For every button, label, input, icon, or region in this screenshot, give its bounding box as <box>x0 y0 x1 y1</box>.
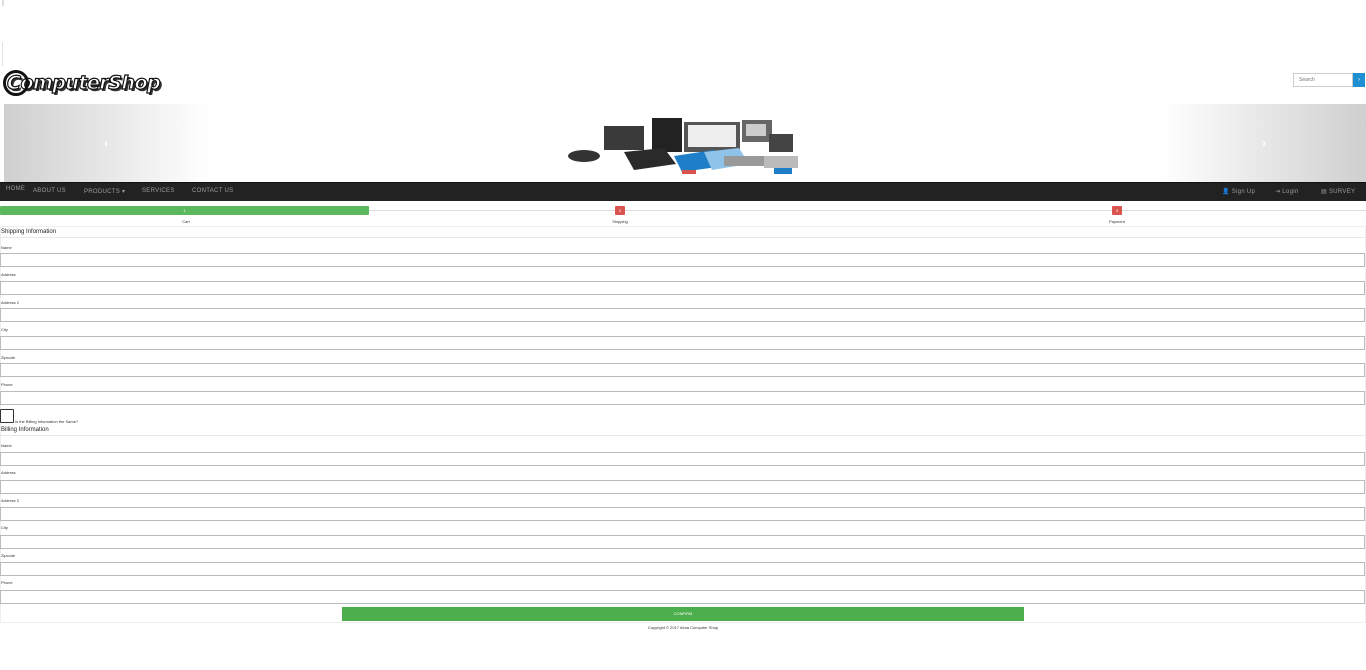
search-box: › <box>1293 73 1365 87</box>
banner-carousel: ‹ › <box>4 104 1366 182</box>
site-logo[interactable]: ComputerShop <box>3 68 161 98</box>
nav-home[interactable]: HOME <box>6 186 25 192</box>
nav-about[interactable]: ABOUT US <box>33 188 66 194</box>
chevron-left-icon[interactable]: ‹ <box>104 136 108 150</box>
shipping-address2-label: Address 2 <box>1 300 20 305</box>
shipping-name-label: Name <box>1 245 12 250</box>
step-label-shipping: Shipping <box>612 219 628 224</box>
list-icon: ▤ <box>1321 189 1327 195</box>
nav-survey[interactable]: ▤ SURVEY <box>1321 188 1355 195</box>
top-edge-mark <box>2 0 4 6</box>
shipping-address-input[interactable] <box>0 281 1365 295</box>
billing-name-input[interactable] <box>0 452 1365 466</box>
same-billing-label: Is the Billing Information the Same? <box>15 419 79 424</box>
billing-divider <box>0 435 1366 436</box>
shipping-city-input[interactable] <box>0 336 1365 350</box>
top-edge-mark-2 <box>2 42 3 66</box>
search-button[interactable]: › <box>1353 73 1365 87</box>
shipping-address-label: Address <box>1 272 16 277</box>
billing-zipcode-label: Zipcode <box>1 553 16 558</box>
chevron-right-icon[interactable]: › <box>1262 136 1266 150</box>
shipping-phone-input[interactable] <box>0 391 1365 405</box>
footer-copyright: Copyright © 2017 Alma Computer Shop <box>647 625 719 630</box>
user-icon: 👤 <box>1222 189 1230 195</box>
checkout-progress: 1 2 3 <box>0 206 1366 215</box>
main-navbar: HOME ABOUT US PRODUCTS ▾ SERVICES CONTAC… <box>0 182 1366 201</box>
billing-address2-input[interactable] <box>0 507 1365 521</box>
computers-banner-image <box>568 118 798 174</box>
nav-services[interactable]: SERVICES <box>142 188 175 194</box>
nav-products[interactable]: PRODUCTS ▾ <box>84 188 125 195</box>
nav-signup[interactable]: 👤 Sign Up <box>1222 188 1255 195</box>
billing-address-input[interactable] <box>0 480 1365 494</box>
billing-phone-input[interactable] <box>0 590 1365 604</box>
confirm-button[interactable]: CONFIRM <box>342 607 1024 621</box>
nav-login[interactable]: ⇥ Login <box>1275 188 1298 195</box>
logo-ring <box>3 70 29 96</box>
search-icon: › <box>1358 77 1360 83</box>
step-label-payment: Payment <box>1109 219 1125 224</box>
billing-city-label: City <box>1 525 8 530</box>
shipping-name-input[interactable] <box>0 253 1365 267</box>
billing-city-input[interactable] <box>0 535 1365 549</box>
step-label-cart: Cart <box>182 219 190 224</box>
billing-title: Billing Information <box>1 427 49 433</box>
login-icon: ⇥ <box>1275 189 1281 195</box>
nav-signup-label: Sign Up <box>1231 189 1256 195</box>
progress-bar-cart: 1 <box>0 206 369 215</box>
nav-login-label: Login <box>1282 189 1299 195</box>
step-badge-payment: 3 <box>1112 206 1122 215</box>
shipping-address2-input[interactable] <box>0 308 1365 322</box>
shipping-phone-label: Phone <box>1 382 13 387</box>
billing-zipcode-input[interactable] <box>0 562 1365 576</box>
shipping-divider <box>0 237 1366 238</box>
step-badge-shipping: 2 <box>615 206 625 215</box>
billing-name-label: Name <box>1 443 12 448</box>
nav-contact[interactable]: CONTACT US <box>192 188 233 194</box>
billing-address-label: Address <box>1 470 16 475</box>
nav-survey-label: SURVEY <box>1328 189 1356 195</box>
billing-address2-label: Address 2 <box>1 498 20 503</box>
shipping-title: Shipping Information <box>1 229 57 235</box>
shipping-zipcode-input[interactable] <box>0 363 1365 377</box>
shipping-zipcode-label: Zipcode <box>1 355 16 360</box>
search-input[interactable] <box>1293 73 1353 87</box>
billing-phone-label: Phone <box>1 580 13 585</box>
same-billing-checkbox[interactable] <box>0 409 14 423</box>
shipping-city-label: City <box>1 327 8 332</box>
